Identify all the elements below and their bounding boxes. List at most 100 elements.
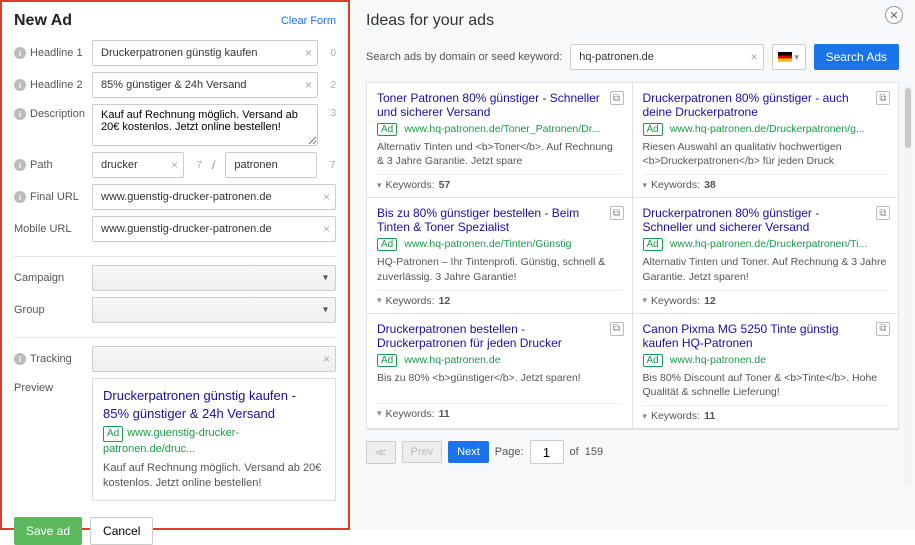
ad-description: Riesen Auswahl an qualitativ hochwertige…: [643, 140, 889, 168]
ad-idea-card: ⧉ Druckerpatronen 80% günstiger - auch d…: [633, 83, 899, 198]
preview-description: Kauf auf Rechnung möglich. Versand ab 20…: [103, 461, 325, 492]
preview-label: Preview: [14, 382, 53, 394]
copy-icon[interactable]: ⧉: [610, 91, 624, 105]
flag-de-icon: [778, 52, 792, 62]
ad-title[interactable]: Druckerpatronen 80% günstiger - auch dei…: [643, 91, 889, 119]
campaign-select[interactable]: [92, 265, 336, 291]
ad-title[interactable]: Bis zu 80% günstiger bestellen - Beim Ti…: [377, 206, 622, 234]
close-icon[interactable]: ✕: [885, 6, 903, 24]
ad-description: Alternativ Tinten und <b>Toner</b>. Auf …: [377, 140, 622, 168]
ad-idea-card: ⧉ Druckerpatronen bestellen - Druckerpat…: [367, 314, 633, 429]
final-url-input[interactable]: [92, 184, 336, 210]
search-input[interactable]: [570, 44, 763, 70]
mobile-url-input[interactable]: [92, 216, 336, 242]
ad-title[interactable]: Druckerpatronen 80% günstiger - Schnelle…: [643, 206, 889, 234]
ad-ideas-grid: ⧉ Toner Patronen 80% günstiger - Schnell…: [366, 82, 899, 430]
chevron-down-icon: ▾: [643, 295, 648, 306]
keywords-toggle[interactable]: ▾Keywords: 11: [643, 405, 889, 422]
headline2-counter: 2: [324, 80, 336, 91]
info-icon: i: [14, 353, 26, 365]
close-icon[interactable]: ×: [305, 78, 312, 92]
info-icon: i: [14, 108, 26, 120]
path-label: Path: [30, 159, 53, 171]
ideas-panel: ✕ Ideas for your ads Search ads by domai…: [350, 0, 915, 530]
copy-icon[interactable]: ⧉: [610, 206, 624, 220]
copy-icon[interactable]: ⧉: [876, 322, 890, 336]
info-icon: i: [14, 159, 26, 171]
page-input[interactable]: [530, 440, 564, 464]
headline2-label: Headline 2: [30, 79, 83, 91]
ad-badge: Ad: [643, 354, 663, 367]
ad-title[interactable]: Druckerpatronen bestellen - Druckerpatro…: [377, 322, 622, 350]
ad-url: www.hq-patronen.de/Toner_Patronen/Dr...: [404, 123, 600, 135]
group-label: Group: [14, 304, 45, 316]
next-page-button[interactable]: Next: [448, 441, 489, 463]
path1-counter: 7: [190, 160, 202, 171]
ad-idea-card: ⧉ Canon Pixma MG 5250 Tinte günstig kauf…: [633, 314, 899, 429]
clear-form-link[interactable]: Clear Form: [281, 15, 336, 27]
new-ad-panel: New Ad Clear Form iHeadline 1 × 0 iHeadl…: [0, 0, 350, 530]
close-icon[interactable]: ×: [305, 46, 312, 60]
tracking-input[interactable]: [92, 346, 336, 372]
headline2-input[interactable]: [92, 72, 318, 98]
description-input[interactable]: Kauf auf Rechnung möglich. Versand ab 20…: [92, 104, 318, 146]
ad-url: www.hq-patronen.de/Tinten/Günstig: [404, 238, 571, 250]
ad-url: www.hq-patronen.de/Druckerpatronen/g...: [670, 123, 865, 135]
close-icon[interactable]: ×: [323, 222, 330, 236]
ad-title[interactable]: Canon Pixma MG 5250 Tinte günstig kaufen…: [643, 322, 889, 350]
ad-title[interactable]: Toner Patronen 80% günstiger - Schneller…: [377, 91, 622, 119]
ideas-title: Ideas for your ads: [366, 12, 899, 30]
final-url-label: Final URL: [30, 191, 79, 203]
mobile-url-label: Mobile URL: [14, 223, 71, 235]
copy-icon[interactable]: ⧉: [876, 206, 890, 220]
chevron-down-icon: ▾: [377, 295, 382, 306]
headline1-input[interactable]: [92, 40, 318, 66]
keywords-toggle[interactable]: ▾Keywords: 12: [377, 290, 622, 307]
copy-icon[interactable]: ⧉: [876, 91, 890, 105]
ad-badge: Ad: [377, 354, 397, 367]
info-icon: i: [14, 79, 26, 91]
chevron-down-icon: ▾: [643, 180, 648, 191]
ad-url: www.hq-patronen.de: [670, 354, 766, 366]
copy-icon[interactable]: ⧉: [610, 322, 624, 336]
ad-preview: Druckerpatronen günstig kaufen - 85% gün…: [92, 378, 336, 501]
group-select[interactable]: [92, 297, 336, 323]
path2-counter: 7: [323, 160, 335, 171]
preview-url: www.guenstig-drucker-patronen.de/druc...: [103, 427, 239, 455]
ad-description: HQ-Patronen – Ihr Tintenprofi. Günstig, …: [377, 255, 622, 283]
scrollbar[interactable]: [904, 84, 912, 486]
ad-url: www.hq-patronen.de: [404, 354, 500, 366]
description-label: Description: [30, 108, 85, 120]
campaign-label: Campaign: [14, 272, 64, 284]
total-pages: 159: [585, 446, 603, 458]
ad-badge: Ad: [643, 238, 663, 251]
preview-title: Druckerpatronen günstig kaufen - 85% gün…: [103, 387, 325, 423]
ad-url: www.hq-patronen.de/Druckerpatronen/Ti...: [670, 238, 867, 250]
keywords-toggle[interactable]: ▾Keywords: 38: [643, 174, 889, 191]
close-icon[interactable]: ×: [171, 158, 178, 172]
panel-title: New Ad: [14, 12, 72, 30]
keywords-toggle[interactable]: ▾Keywords: 57: [377, 174, 622, 191]
keywords-toggle[interactable]: ▾Keywords: 11: [377, 403, 622, 420]
path2-input[interactable]: [225, 152, 317, 178]
close-icon[interactable]: ×: [323, 352, 330, 366]
ad-badge: Ad: [377, 123, 397, 136]
close-icon[interactable]: ×: [323, 190, 330, 204]
first-page-button[interactable]: ≪: [366, 441, 396, 464]
close-icon[interactable]: ×: [751, 50, 758, 64]
ad-description: Alternativ Tinten und Toner. Auf Rechnun…: [643, 255, 889, 283]
ad-badge: Ad: [377, 238, 397, 251]
search-label: Search ads by domain or seed keyword:: [366, 51, 562, 63]
cancel-button[interactable]: Cancel: [90, 517, 153, 545]
of-label: of: [570, 446, 579, 458]
ad-badge: Ad: [103, 426, 123, 442]
search-ads-button[interactable]: Search Ads: [814, 44, 899, 70]
divider: [14, 256, 336, 257]
locale-select[interactable]: ▾: [772, 44, 806, 70]
info-icon: i: [14, 191, 26, 203]
prev-page-button[interactable]: Prev: [402, 441, 443, 463]
ad-description: Bis zu 80% <b>günstiger</b>. Jetzt spare…: [377, 371, 622, 397]
save-button[interactable]: Save ad: [14, 517, 82, 545]
headline1-counter: 0: [324, 48, 336, 59]
keywords-toggle[interactable]: ▾Keywords: 12: [643, 290, 889, 307]
